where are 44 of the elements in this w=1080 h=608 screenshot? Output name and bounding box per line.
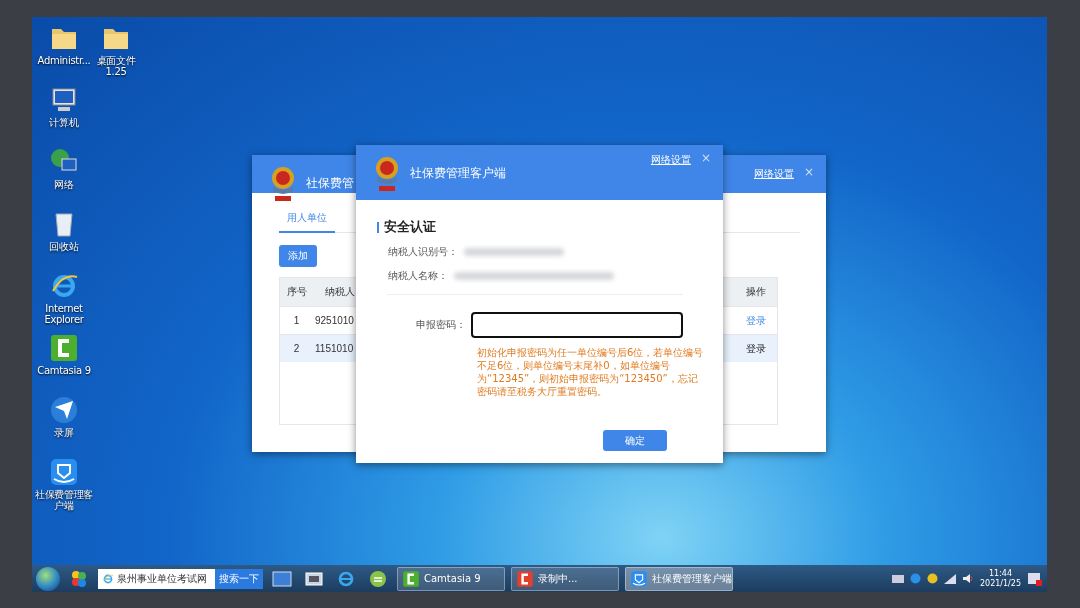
keyboard-icon[interactable] [891, 573, 904, 584]
taskbar-button[interactable]: 社保费管理客户端 [625, 566, 733, 591]
field-label: 申报密码： [414, 318, 467, 332]
tray-status-icon[interactable] [909, 573, 921, 584]
search-field[interactable]: 泉州事业单位考试网 [98, 568, 215, 589]
desktop-icon-label[interactable]: Administr... [33, 55, 95, 66]
paper-plane-icon [49, 395, 79, 425]
c-logo-icon [516, 569, 534, 588]
desktop-icon-label[interactable]: 社保费管理客户端 [33, 489, 95, 511]
c-logo-icon [49, 333, 79, 363]
desktop-icon-label[interactable]: 录屏 [33, 427, 95, 438]
network-settings-link[interactable]: 网络设置 [753, 167, 794, 181]
accent-bar [377, 221, 379, 233]
search-button[interactable]: 搜索一下 [215, 568, 263, 589]
column-header: 操作 [735, 278, 777, 306]
column-header: 序号 [280, 278, 313, 306]
ok-button[interactable]: 确定 [603, 430, 667, 451]
desktop-icon-label[interactable]: 回收站 [33, 241, 95, 252]
section-title: 安全认证 [384, 218, 436, 236]
login-link[interactable]: 登录 [746, 313, 766, 328]
clock[interactable]: 11:44 2021/1/25 [979, 568, 1021, 589]
shield-app-icon [49, 457, 79, 487]
e-logo-icon [102, 572, 114, 585]
desktop-icon-label[interactable]: Internet Explorer [33, 303, 95, 325]
field-label: 纳税人识别号： [388, 245, 458, 259]
tab[interactable]: 用人单位 [279, 207, 335, 233]
window-title: 社保费管 [306, 175, 354, 192]
dialog-title: 社保费管理客户端 [410, 165, 506, 182]
network-settings-link[interactable]: 网络设置 [650, 153, 691, 167]
password-field[interactable] [470, 312, 683, 338]
start-button[interactable] [36, 566, 60, 591]
speaker-icon[interactable] [961, 573, 974, 584]
c-logo-icon [402, 569, 420, 588]
network-signal-icon[interactable] [943, 573, 956, 584]
notification-icon[interactable] [1027, 570, 1043, 587]
desktop-icon-label[interactable]: 网络 [33, 179, 95, 190]
desktop-icon-label[interactable]: 计算机 [33, 117, 95, 128]
taskbar-button[interactable]: 录制中... [511, 566, 619, 591]
tray-disc-icon[interactable] [926, 573, 938, 584]
taskbar-button[interactable]: Camtasia 9 [397, 566, 505, 591]
add-button[interactable]: 添加 [279, 245, 317, 267]
desktop-icon-label[interactable]: Camtasia 9 [33, 365, 95, 376]
shield-app-icon [630, 569, 648, 588]
table-cell: 2 [280, 334, 313, 362]
